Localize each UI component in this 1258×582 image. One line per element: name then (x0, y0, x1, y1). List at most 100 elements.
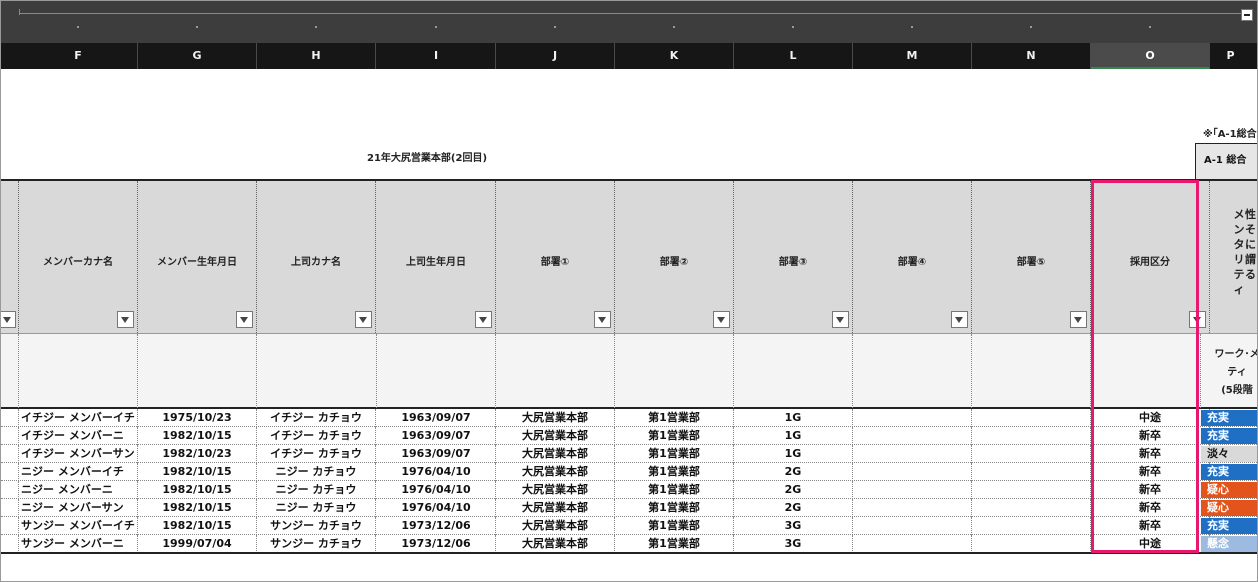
table-cell-j[interactable]: 大尻営業本部 (496, 409, 615, 427)
table-cell-j[interactable]: 大尻営業本部 (496, 445, 615, 463)
table-cell-g[interactable]: 1982/10/15 (138, 517, 257, 535)
table-cell-m[interactable] (853, 409, 972, 427)
filter-dropdown-icon[interactable] (236, 311, 253, 328)
table-cell-k[interactable]: 第1営業部 (615, 463, 734, 481)
table-cell-i[interactable]: 1973/12/06 (377, 535, 496, 553)
table-cell-g[interactable]: 1982/10/15 (138, 481, 257, 499)
table-cell-n[interactable] (972, 517, 1091, 535)
table-cell-m[interactable] (853, 463, 972, 481)
table-cell-n[interactable] (972, 463, 1091, 481)
table-cell-k[interactable]: 第1営業部 (615, 445, 734, 463)
filter-dropdown-icon[interactable] (1189, 311, 1206, 328)
column-header-o[interactable]: O (1091, 43, 1210, 69)
filter-dropdown-icon[interactable] (713, 311, 730, 328)
table-cell[interactable] (1, 463, 19, 481)
table-cell-m[interactable] (853, 517, 972, 535)
table-cell-f[interactable]: サンジー メンバーニ (19, 535, 138, 553)
table-cell-k[interactable]: 第1営業部 (615, 409, 734, 427)
table-cell-g[interactable]: 1999/07/04 (138, 535, 257, 553)
table-cell-k[interactable]: 第1営業部 (615, 499, 734, 517)
table-cell-p[interactable]: 疑心 (1201, 500, 1257, 516)
collapse-group-button[interactable] (1241, 9, 1253, 21)
table-cell-f[interactable]: ニジー メンバーサン (19, 499, 138, 517)
table-cell-i[interactable]: 1976/04/10 (377, 463, 496, 481)
table-cell-m[interactable] (853, 535, 972, 553)
table-cell[interactable] (1, 481, 19, 499)
table-cell-o[interactable]: 新卒 (1091, 463, 1210, 481)
table-cell-f[interactable]: イチジー メンバーイチ (19, 409, 138, 427)
table-cell-n[interactable] (972, 409, 1091, 427)
table-cell-k[interactable]: 第1営業部 (615, 535, 734, 553)
table-cell-h[interactable]: イチジー カチョウ (257, 409, 376, 427)
table-cell-p[interactable]: 懸念 (1201, 536, 1257, 552)
table-cell-p[interactable]: 充実 (1201, 428, 1257, 444)
table-cell-m[interactable] (853, 499, 972, 517)
table-cell-n[interactable] (972, 427, 1091, 445)
table-cell-m[interactable] (853, 427, 972, 445)
table-cell-f[interactable]: ニジー メンバーイチ (19, 463, 138, 481)
table-cell-k[interactable]: 第1営業部 (615, 517, 734, 535)
table-cell-j[interactable]: 大尻営業本部 (496, 463, 615, 481)
table-cell-g[interactable]: 1982/10/15 (138, 463, 257, 481)
column-header-f[interactable]: F (19, 43, 138, 69)
table-cell[interactable] (1, 517, 19, 535)
table-cell-h[interactable]: イチジー カチョウ (257, 445, 376, 463)
column-header-g[interactable]: G (138, 43, 257, 69)
table-cell-h[interactable]: ニジー カチョウ (257, 499, 376, 517)
column-header-i[interactable]: I (377, 43, 496, 69)
table-cell-n[interactable] (972, 535, 1091, 553)
table-cell-j[interactable]: 大尻営業本部 (496, 499, 615, 517)
table-cell-g[interactable]: 1982/10/15 (138, 427, 257, 445)
table-cell-p[interactable]: 淡々 (1201, 446, 1257, 462)
table-cell-i[interactable]: 1976/04/10 (377, 499, 496, 517)
table-cell-f[interactable]: サンジー メンバーイチ (19, 517, 138, 535)
column-header-m[interactable]: M (853, 43, 972, 69)
table-cell-p[interactable]: 充実 (1201, 464, 1257, 480)
table-cell-i[interactable]: 1963/09/07 (377, 409, 496, 427)
filter-dropdown-icon[interactable] (117, 311, 134, 328)
column-header-p[interactable]: P (1201, 43, 1257, 69)
table-cell-f[interactable]: イチジー メンバーニ (19, 427, 138, 445)
table-cell-f[interactable]: イチジー メンバーサン (19, 445, 138, 463)
table-cell-i[interactable]: 1963/09/07 (377, 445, 496, 463)
column-header-k[interactable]: K (615, 43, 734, 69)
filter-dropdown-icon[interactable] (594, 311, 611, 328)
table-cell-o[interactable]: 新卒 (1091, 445, 1210, 463)
table-cell-o[interactable]: 中途 (1091, 409, 1210, 427)
table-cell-l[interactable]: 3G (734, 517, 853, 535)
table-cell[interactable] (1, 499, 19, 517)
table-cell-m[interactable] (853, 481, 972, 499)
table-cell-l[interactable]: 2G (734, 481, 853, 499)
table-cell-i[interactable]: 1973/12/06 (377, 517, 496, 535)
table-cell-i[interactable]: 1976/04/10 (377, 481, 496, 499)
table-cell-h[interactable]: サンジー カチョウ (257, 517, 376, 535)
table-cell-f[interactable]: ニジー メンバーニ (19, 481, 138, 499)
table-cell-l[interactable]: 3G (734, 535, 853, 553)
column-header-h[interactable]: H (257, 43, 376, 69)
table-cell-g[interactable]: 1982/10/15 (138, 499, 257, 517)
table-cell-h[interactable]: ニジー カチョウ (257, 463, 376, 481)
table-cell-l[interactable]: 1G (734, 445, 853, 463)
table-cell-g[interactable]: 1975/10/23 (138, 409, 257, 427)
table-cell-h[interactable]: ニジー カチョウ (257, 481, 376, 499)
table-cell-o[interactable]: 新卒 (1091, 499, 1210, 517)
table-cell-m[interactable] (853, 445, 972, 463)
table-cell-k[interactable]: 第1営業部 (615, 427, 734, 445)
table-cell-j[interactable]: 大尻営業本部 (496, 481, 615, 499)
table-cell-n[interactable] (972, 481, 1091, 499)
table-cell-o[interactable]: 新卒 (1091, 427, 1210, 445)
table-cell[interactable] (1, 409, 19, 427)
table-cell-j[interactable]: 大尻営業本部 (496, 517, 615, 535)
table-cell-l[interactable]: 2G (734, 499, 853, 517)
column-header-n[interactable]: N (972, 43, 1091, 69)
table-cell-p[interactable]: 充実 (1201, 518, 1257, 534)
table-cell-o[interactable]: 中途 (1091, 535, 1210, 553)
table-cell-j[interactable]: 大尻営業本部 (496, 427, 615, 445)
table-cell-l[interactable]: 1G (734, 427, 853, 445)
filter-dropdown-icon[interactable] (355, 311, 372, 328)
table-cell-l[interactable]: 2G (734, 463, 853, 481)
column-header-j[interactable]: J (496, 43, 615, 69)
filter-dropdown-icon[interactable] (951, 311, 968, 328)
filter-dropdown-icon[interactable] (475, 311, 492, 328)
table-cell-h[interactable]: サンジー カチョウ (257, 535, 376, 553)
